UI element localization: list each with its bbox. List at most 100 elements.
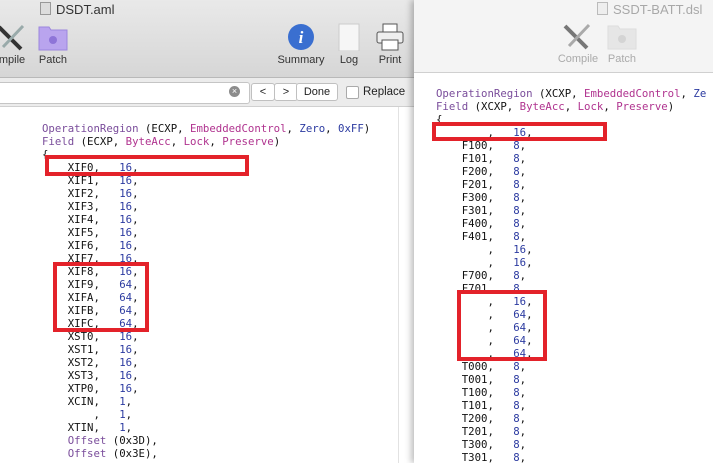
field-name: F301 — [461, 204, 488, 217]
field-line: T200, 8, — [461, 412, 527, 425]
patch-button[interactable]: Patch — [35, 23, 71, 66]
next-match-button[interactable]: > — [274, 83, 298, 101]
field-size: 16 — [513, 256, 527, 269]
field-size: 16 — [119, 187, 133, 200]
previous-match-button[interactable]: < — [251, 83, 275, 101]
code-token: , — [564, 100, 578, 113]
field-name: XIF3 — [67, 200, 94, 213]
field-line: , 16, — [487, 256, 533, 269]
window-title: SSDT-BATT.dsl — [597, 2, 702, 17]
compile-button[interactable]: mpile — [0, 23, 32, 66]
field-name: T001 — [461, 373, 488, 386]
code-line: OperationRegion (ECXP, EmbeddedControl, … — [42, 122, 370, 135]
code-token: , — [603, 100, 617, 113]
compile-button[interactable]: Compile — [556, 22, 600, 65]
field-name: XIF4 — [67, 213, 94, 226]
offset-line: Offset (0x3E), — [67, 447, 158, 460]
field-line: F301, 8, — [461, 204, 527, 217]
highlight-box — [45, 155, 249, 176]
field-name: T100 — [461, 386, 488, 399]
field-size: 16 — [119, 369, 133, 382]
log-document-icon — [338, 23, 360, 51]
field-line: F300, 8, — [461, 191, 527, 204]
field-name: T101 — [461, 399, 488, 412]
field-name: XIF6 — [67, 239, 94, 252]
replace-checkbox[interactable] — [346, 86, 359, 99]
code-token: ByteAcc — [125, 135, 171, 148]
find-input[interactable] — [0, 82, 250, 104]
code-token: , — [209, 135, 223, 148]
clear-search-icon[interactable]: × — [229, 86, 240, 97]
code-token: , — [286, 122, 300, 135]
field-size: 16 — [119, 200, 133, 213]
field-name: T201 — [461, 425, 488, 438]
field-name: F101 — [461, 152, 488, 165]
code-token: EmbeddedControl — [190, 122, 287, 135]
code-token: Preserve — [616, 100, 668, 113]
field-name: T200 — [461, 412, 488, 425]
patch-button[interactable]: Patch — [604, 22, 640, 65]
field-line: XTP0, 16, — [67, 382, 139, 395]
document-icon — [40, 2, 51, 15]
code-token: 0xFF — [338, 122, 364, 135]
field-name: XST2 — [67, 356, 94, 369]
offset-keyword: Offset — [67, 434, 107, 447]
code-line: Field (XCXP, ByteAcc, Lock, Preserve) — [436, 100, 706, 113]
print-button[interactable]: Print — [373, 23, 407, 66]
field-line: XIF2, 16, — [67, 187, 139, 200]
field-line: XIF3, 16, — [67, 200, 139, 213]
field-line: T000, 8, — [461, 360, 527, 373]
field-line: XIF6, 16, — [67, 239, 139, 252]
log-button[interactable]: Log — [334, 23, 364, 66]
offset-value: 0x3E — [119, 447, 145, 460]
printer-icon — [376, 23, 404, 51]
field-line: F700, 8, — [461, 269, 527, 282]
field-name: F400 — [461, 217, 488, 230]
code-token: OperationRegion — [436, 87, 533, 100]
code-token: ByteAcc — [519, 100, 565, 113]
offset-value: 0x3D — [119, 434, 145, 447]
code-token: (XCXP, — [532, 87, 585, 100]
highlight-box — [457, 290, 547, 361]
ssdt-window: SSDT-BATT.dsl Compile Patch OperationReg… — [414, 0, 713, 463]
field-line: XST2, 16, — [67, 356, 139, 369]
scrollbar-track[interactable] — [398, 107, 399, 463]
title-text: SSDT-BATT.dsl — [613, 2, 703, 17]
tools-icon — [0, 24, 25, 51]
tools-icon — [563, 23, 591, 50]
patch-label: Patch — [38, 54, 68, 66]
summary-button[interactable]: i Summary — [274, 23, 328, 66]
field-size: 16 — [119, 226, 133, 239]
field-name: XST1 — [67, 343, 94, 356]
code-token: ) — [667, 100, 675, 113]
print-label: Print — [378, 54, 402, 66]
code-token: (XCXP, — [468, 100, 520, 113]
toolbar: DSDT.aml mpile Patch i Summary Log Print — [0, 0, 414, 78]
field-line: , 1, — [93, 408, 133, 421]
field-name: XTIN — [67, 421, 94, 434]
patch-folder-icon — [607, 25, 637, 50]
field-name: XCIN — [67, 395, 94, 408]
window-title: DSDT.aml — [40, 2, 115, 17]
code-token: Zero — [299, 122, 326, 135]
field-line: XST3, 16, — [67, 369, 139, 382]
code-token: EmbeddedControl — [584, 87, 681, 100]
code-token: Field — [436, 100, 469, 113]
field-line: T100, 8, — [461, 386, 527, 399]
field-size: 16 — [119, 382, 133, 395]
field-size: 16 — [119, 239, 133, 252]
field-name: F200 — [461, 165, 488, 178]
code-token: , — [325, 122, 339, 135]
info-icon: i — [288, 24, 314, 50]
compile-label: Compile — [557, 53, 599, 65]
field-line: F401, 8, — [461, 230, 527, 243]
field-line: , 16, — [487, 243, 533, 256]
field-size: 16 — [119, 356, 133, 369]
field-size: 16 — [513, 243, 527, 256]
document-icon — [597, 2, 608, 15]
code-token: Lock — [577, 100, 604, 113]
code-editor[interactable]: OperationRegion (XCXP, EmbeddedControl , … — [436, 87, 706, 463]
done-button[interactable]: Done — [296, 83, 338, 101]
field-line: F400, 8, — [461, 217, 527, 230]
field-size: 16 — [119, 343, 133, 356]
